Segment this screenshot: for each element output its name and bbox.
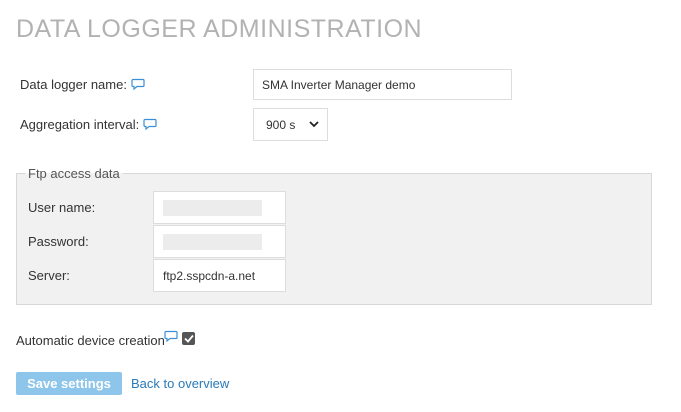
interval-label: Aggregation interval: (20, 117, 140, 132)
logger-name-label-row: Data logger name: (20, 77, 145, 92)
speech-bubble-icon[interactable] (143, 118, 157, 131)
interval-selected-value: 900 s (266, 117, 296, 132)
speech-bubble-icon[interactable] (164, 330, 178, 343)
server-value: ftp2.sspcdn-a.net (163, 268, 256, 283)
password-label-text: Password: (28, 234, 89, 249)
username-label: User name: (28, 200, 95, 215)
password-redacted (163, 233, 262, 250)
server-field[interactable]: ftp2.sspcdn-a.net (153, 259, 286, 292)
server-label: Server: (28, 268, 70, 283)
logger-name-label: Data logger name: (20, 77, 127, 92)
username-redacted (163, 199, 262, 216)
logger-name-value: SMA Inverter Manager demo (262, 77, 416, 92)
interval-label-row: Aggregation interval: (20, 117, 157, 132)
save-settings-button[interactable]: Save settings (16, 372, 122, 395)
chevron-down-icon (309, 121, 319, 128)
ftp-access-fieldset: Ftp access data (16, 166, 652, 305)
auto-device-label: Automatic device creation (16, 333, 165, 348)
password-label: Password: (28, 234, 89, 249)
auto-device-checkbox[interactable] (182, 332, 195, 345)
server-label-text: Server: (28, 268, 70, 283)
password-field[interactable] (153, 225, 286, 258)
username-label-text: User name: (28, 200, 96, 215)
ftp-legend: Ftp access data (28, 166, 120, 181)
username-field[interactable] (153, 191, 286, 224)
check-icon (183, 334, 194, 343)
logger-name-input[interactable]: SMA Inverter Manager demo (253, 69, 512, 100)
speech-bubble-icon[interactable] (131, 78, 145, 91)
page-title: DATA LOGGER ADMINISTRATION (16, 15, 423, 43)
interval-select[interactable]: 900 s (253, 108, 328, 141)
auto-device-label-row: Automatic device creation (16, 333, 165, 348)
back-to-overview-link[interactable]: Back to overview (131, 376, 229, 391)
